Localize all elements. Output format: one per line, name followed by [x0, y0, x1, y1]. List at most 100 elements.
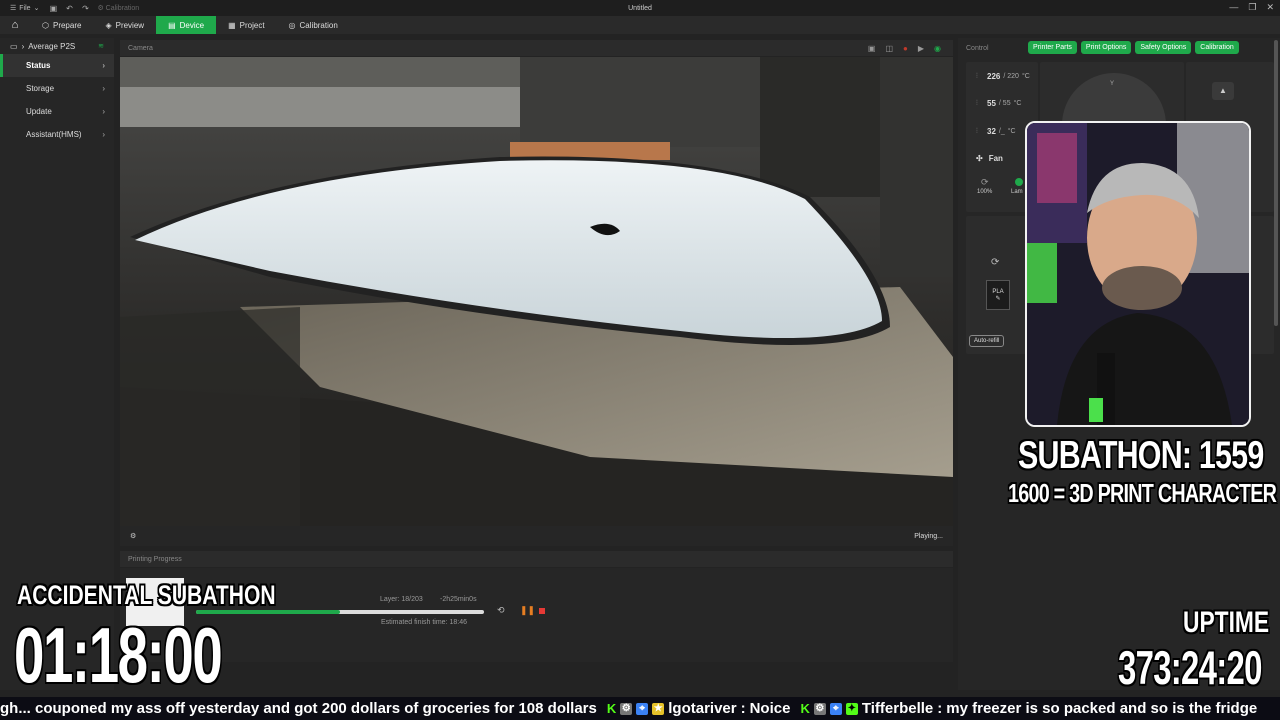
badge-icon: ✦	[845, 702, 858, 715]
camera-option-icon[interactable]: ⚙	[130, 532, 136, 540]
lamp-toggle[interactable]	[1015, 178, 1023, 186]
auto-refill-button[interactable]: Auto-refill	[969, 335, 1005, 347]
camera-title: Camera	[128, 44, 153, 52]
camera-toolbar: ▣ ◫ ● ▶ ◉	[868, 44, 953, 53]
switch-camera-icon[interactable]: ◫	[885, 44, 893, 53]
subathon-timer: 01:18:00	[14, 611, 223, 699]
calibration-button[interactable]: Calibration	[1195, 41, 1239, 54]
part-fan-icon[interactable]: ⟳	[981, 177, 989, 188]
sidebar-item-update[interactable]: Update ›	[0, 100, 114, 123]
bed-temp[interactable]: ⫶ 55 / 55 °C	[976, 99, 1021, 108]
tab-prepare[interactable]: ⬡ Prepare	[30, 16, 93, 34]
maximize-button[interactable]: ❐	[1248, 2, 1256, 13]
save-icon[interactable]: ▣	[45, 4, 61, 13]
safety-options-button[interactable]: Safety Options	[1135, 41, 1192, 54]
target-icon: ◎	[288, 20, 296, 30]
chat-ticker: gh... couponed my ass off yesterday and …	[0, 697, 1280, 720]
badge-icon: ⚙	[620, 702, 633, 715]
kick-icon: K	[800, 701, 810, 716]
camera-footer: ⚙ Playing...	[120, 526, 953, 546]
tab-preview[interactable]: ◈ Preview	[93, 16, 156, 34]
live-status-icon[interactable]: ◉	[934, 44, 941, 53]
nozzle-temp[interactable]: ⫶ 226 / 220 °C	[976, 72, 1030, 81]
home-icon[interactable]: ⌂	[0, 16, 30, 34]
edit-icon: ✎	[995, 296, 1001, 302]
accidental-subathon-title: ACCIDENTAL SUBATHON	[17, 580, 276, 610]
window-title: Untitled	[628, 4, 652, 12]
camera-image	[120, 57, 953, 526]
tab-device[interactable]: ▤ Device	[156, 16, 217, 34]
record-icon[interactable]: ●	[903, 44, 908, 53]
document-icon: ▦	[228, 20, 236, 30]
chevron-right-icon: ›	[21, 41, 25, 51]
chevron-right-icon: ›	[102, 84, 105, 93]
hamburger-icon: ☰	[10, 5, 17, 12]
stop-button[interactable]	[539, 608, 545, 614]
printer-icon: ▤	[168, 20, 176, 30]
z-up-button[interactable]: ▲	[1212, 82, 1234, 100]
fan-icon: ✣	[976, 154, 983, 163]
camera-feed[interactable]	[120, 57, 953, 526]
chevron-right-icon: ›	[102, 61, 105, 70]
tab-project[interactable]: ▦ Project	[216, 16, 276, 34]
app-window: ☰ File ⌄ ▣ ↶ ↷ ⚙ Calibration Untitled — …	[0, 0, 1280, 720]
layers-icon: ◈	[105, 20, 112, 30]
chevron-down-icon: ⌄	[33, 5, 40, 12]
control-buttons: Printer Parts Print Options Safety Optio…	[1028, 41, 1239, 54]
lamp-label: Lam	[1011, 189, 1023, 195]
device-name: Average P2S	[28, 41, 76, 51]
ams-refresh-icon[interactable]: ⟳	[991, 257, 999, 268]
badge-icon: ⌖	[829, 702, 842, 715]
fan-section: ✣ Fan	[976, 154, 1003, 163]
kick-icon: K	[606, 701, 617, 716]
chat-username: lgotariver	[668, 700, 737, 717]
subathon-count: SUBATHON: 1559	[1018, 434, 1264, 477]
tab-calibration[interactable]: ◎ Calibration	[277, 16, 350, 34]
chat-message: K ⚙ ⌖ ✦ Tifferbelle : my freezer is so p…	[800, 700, 1258, 717]
monitor-icon: ▭	[10, 41, 18, 51]
camera-settings-icon[interactable]: ▣	[868, 44, 876, 53]
control-scrollbar[interactable]	[1274, 40, 1278, 326]
badge-icon: ★	[652, 702, 665, 715]
chat-message: gh... couponed my ass off yesterday and …	[0, 700, 597, 717]
chat-message: K ⚙ ⌖ ★ lgotariver : Noice	[606, 700, 791, 717]
window-controls: — ❐ ✕	[1229, 2, 1274, 13]
wifi-icon: ≋	[98, 43, 104, 50]
calibration-shortcut[interactable]: ⚙ Calibration	[97, 4, 139, 12]
sidebar-item-storage[interactable]: Storage ›	[0, 77, 114, 100]
camera-header: Camera ▣ ◫ ● ▶ ◉	[120, 40, 953, 56]
redo-icon[interactable]: ↷	[77, 4, 93, 13]
badge-icon: ⚙	[813, 702, 826, 715]
device-selector[interactable]: ▭ › Average P2S ≋	[0, 38, 114, 54]
close-button[interactable]: ✕	[1266, 2, 1274, 13]
subathon-goal: 1600 = 3D PRINT CHARACTER	[1008, 478, 1277, 508]
main-nav: ⌂ ⬡ Prepare ◈ Preview ▤ Device ▦ Project ◎ Ca…	[0, 16, 1280, 34]
print-options-button[interactable]: Print Options	[1080, 41, 1132, 54]
nozzle-icon: ⫶	[976, 72, 978, 80]
progress-header: Printing Progress	[120, 551, 953, 567]
bed-icon: ⫶	[976, 99, 978, 107]
sidebar-item-assistant[interactable]: Assistant(HMS) ›	[0, 123, 114, 146]
chevron-right-icon: ›	[102, 107, 105, 116]
uptime-value: 373:24:20	[1118, 641, 1262, 694]
time-remaining: -2h25min0s	[440, 596, 477, 603]
sidebar-item-status[interactable]: Status ›	[0, 54, 114, 77]
stream-status: Playing...	[914, 532, 943, 540]
refresh-icon[interactable]: ⟲	[497, 605, 505, 616]
layer-count: Layer: 18/203	[380, 596, 423, 603]
estimated-finish: Estimated finish time: 18:46	[381, 619, 467, 626]
file-menu[interactable]: ☰ File ⌄	[0, 4, 45, 13]
video-icon[interactable]: ▶	[918, 44, 924, 53]
chamber-temp[interactable]: ⫶ 32 /_ °C	[976, 127, 1016, 136]
chat-username: Tifferbelle	[861, 700, 934, 717]
cube-icon: ⬡	[42, 20, 49, 30]
filament-slot[interactable]: PLA ✎	[986, 280, 1010, 310]
streamer-webcam	[1025, 121, 1251, 427]
badge-icon: ⌖	[636, 702, 649, 715]
minimize-button[interactable]: —	[1229, 2, 1238, 13]
printer-parts-button[interactable]: Printer Parts	[1028, 41, 1077, 54]
file-menu-label: File	[19, 4, 31, 12]
pause-button[interactable]: ❚❚	[520, 605, 535, 616]
fan-speed: 100%	[977, 189, 993, 195]
undo-icon[interactable]: ↶	[61, 4, 77, 13]
